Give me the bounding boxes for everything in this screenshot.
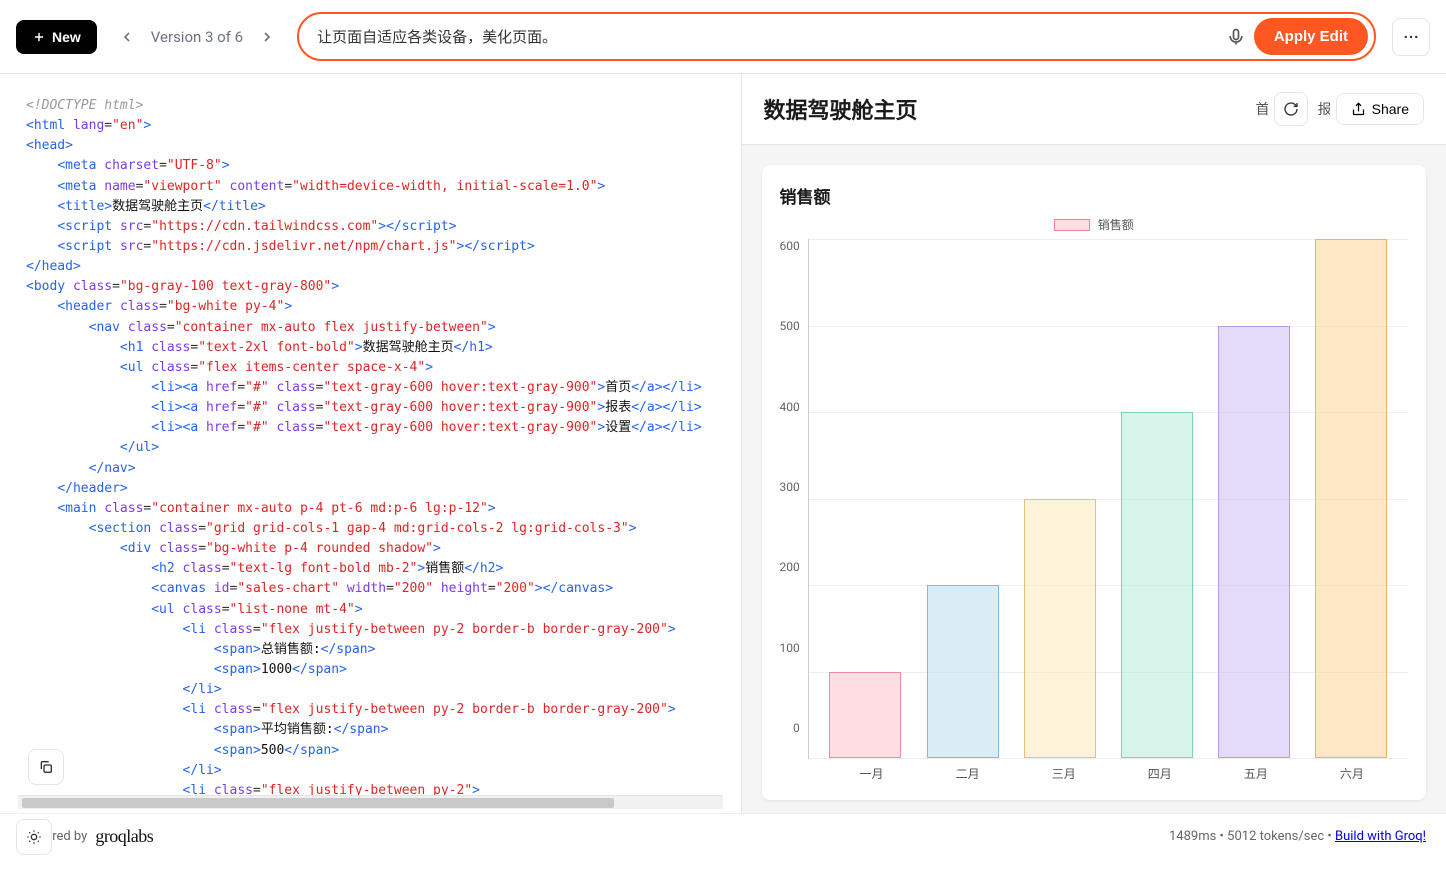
plot-area [808, 239, 1408, 759]
code-horizontal-scrollbar[interactable] [18, 795, 723, 809]
footer-right: 1489ms • 5012 tokens/sec • Build with Gr… [1169, 829, 1426, 844]
copy-code-button[interactable] [28, 749, 64, 785]
preview-pane: 数据驾驶舱主页 首 报 Share 销售额 销售额 [741, 74, 1446, 813]
footer-stats: 1489ms • 5012 tokens/sec • [1169, 829, 1335, 844]
x-tick: 三月 [1052, 765, 1076, 782]
main-split: <!DOCTYPE html> <html lang="en"> <head> … [0, 74, 1446, 813]
version-next-button[interactable] [253, 23, 281, 51]
y-tick: 300 [780, 480, 800, 494]
bar [1218, 326, 1290, 759]
chevron-right-icon [259, 29, 275, 45]
version-prev-button[interactable] [113, 23, 141, 51]
y-tick: 100 [780, 641, 800, 655]
y-tick: 500 [780, 319, 800, 333]
sun-icon [26, 829, 42, 845]
preview-header: 数据驾驶舱主页 首 报 Share [742, 74, 1446, 145]
y-tick: 200 [780, 560, 800, 574]
new-button-label: New [52, 29, 81, 45]
bar-chart: 600 500 400 300 200 100 0 [780, 239, 1409, 759]
share-button[interactable]: Share [1336, 93, 1424, 125]
version-label: Version 3 of 6 [151, 28, 243, 46]
sales-card: 销售额 销售额 6005004003002001000 一月二 [762, 165, 1427, 800]
x-tick: 五月 [1244, 765, 1268, 782]
microphone-icon[interactable] [1226, 27, 1246, 47]
preview-title: 数据驾驶舱主页 [764, 93, 918, 125]
code-editor[interactable]: <!DOCTYPE html> <html lang="en"> <head> … [18, 92, 723, 795]
y-axis: 600 500 400 300 200 100 0 [780, 239, 808, 735]
prompt-container: Apply Edit [297, 12, 1376, 61]
copy-icon [38, 759, 54, 775]
x-tick: 一月 [860, 765, 884, 782]
footer: Powered by groqlabs 1489ms • 5012 tokens… [0, 813, 1446, 859]
plus-icon [32, 30, 46, 44]
theme-toggle-button[interactable] [16, 819, 52, 855]
nav-link-reports[interactable]: 报 [1314, 93, 1330, 125]
prompt-input[interactable] [317, 28, 1218, 45]
refresh-button[interactable] [1274, 92, 1308, 126]
share-icon [1351, 102, 1366, 117]
refresh-icon [1283, 101, 1299, 117]
nav-link-home[interactable]: 首 [1252, 93, 1268, 125]
bar [1024, 499, 1096, 759]
bar [1121, 412, 1193, 758]
version-nav: Version 3 of 6 [113, 23, 281, 51]
x-axis: 一月 二月 三月 四月 五月 六月 [816, 759, 1409, 782]
preview-body: 销售额 销售额 6005004003002001000 一月二 [742, 145, 1446, 813]
x-tick: 二月 [956, 765, 980, 782]
groq-logo: groqlabs [95, 826, 153, 847]
x-tick: 四月 [1148, 765, 1172, 782]
legend-label: 销售额 [1098, 216, 1134, 233]
bars [809, 239, 1408, 758]
chart-container: 销售额 600 500 400 300 200 100 0 一月 二月 三月 四月 五月 六月 [780, 216, 1409, 782]
y-tick: 400 [780, 400, 800, 414]
apply-edit-button[interactable]: Apply Edit [1254, 18, 1368, 55]
chevron-left-icon [119, 29, 135, 45]
bar [1315, 239, 1387, 758]
build-with-groq-link[interactable]: Build with Groq! [1335, 829, 1426, 844]
x-tick: 六月 [1340, 765, 1364, 782]
y-tick: 0 [793, 721, 800, 735]
card-title: 销售额 [780, 183, 1409, 208]
code-pane: <!DOCTYPE html> <html lang="en"> <head> … [0, 74, 741, 813]
topbar: New Version 3 of 6 Apply Edit [0, 0, 1446, 74]
preview-actions: 首 报 Share [1252, 92, 1424, 126]
dots-icon [1402, 28, 1420, 46]
legend-swatch [1054, 219, 1090, 231]
chart-legend: 销售额 [780, 216, 1409, 233]
more-menu-button[interactable] [1392, 18, 1430, 56]
bar [927, 585, 999, 758]
new-button[interactable]: New [16, 20, 97, 54]
bar [829, 672, 901, 759]
share-button-label: Share [1372, 101, 1409, 117]
y-tick: 600 [780, 239, 800, 253]
